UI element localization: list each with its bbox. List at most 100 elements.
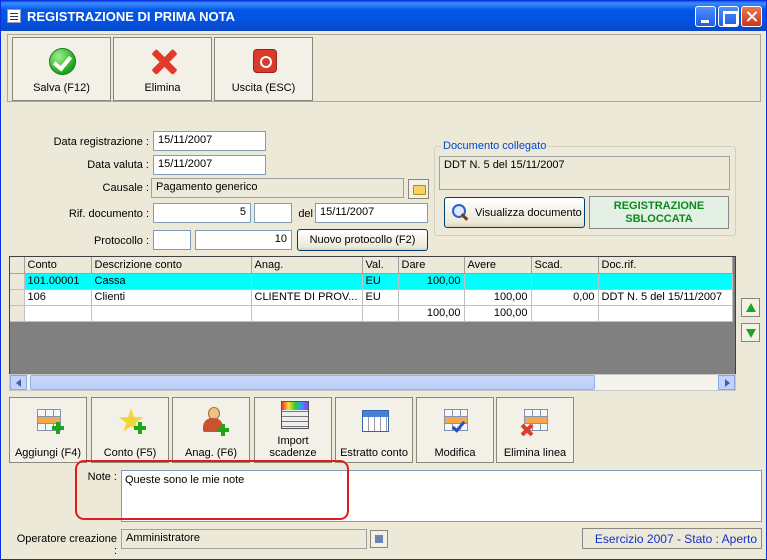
cell-val[interactable]: EU [362, 289, 399, 306]
totals-row: 100,00 100,00 [10, 305, 733, 322]
protocollo-numero-input[interactable]: 10 [195, 230, 292, 250]
calendar-icon [362, 410, 389, 432]
cell-scad[interactable] [531, 273, 599, 290]
cell-avere[interactable]: 100,00 [464, 289, 532, 306]
line-actions-bar: Aggiungi (F4) Conto (F5) Anag. (F6) Impo… [9, 397, 761, 465]
table-row[interactable]: 101.00001 Cassa EU 100,00 [10, 273, 733, 290]
total-avere: 100,00 [464, 305, 532, 322]
cell-docrif[interactable] [598, 273, 733, 290]
conto-button[interactable]: Conto (F5) [91, 397, 169, 463]
documento-collegato-field[interactable]: DDT N. 5 del 15/11/2007 [439, 156, 730, 190]
cell-descrizione[interactable]: Cassa [91, 273, 252, 290]
grid-add-icon [37, 409, 64, 434]
cell-avere[interactable] [464, 273, 532, 290]
causale-field[interactable]: Pagamento generico [151, 178, 404, 198]
main-window: REGISTRAZIONE DI PRIMA NOTA Salva (F12) … [0, 0, 767, 560]
cell-dare[interactable] [398, 289, 465, 306]
cell-anag[interactable]: CLIENTE DI PROV... [251, 289, 363, 306]
app-icon [7, 9, 21, 23]
rif-documento-label: Rif. documento : [68, 208, 149, 220]
aggiungi-button[interactable]: Aggiungi (F4) [9, 397, 87, 463]
visualizza-documento-label: Visualizza documento [475, 207, 582, 219]
move-up-icon[interactable] [741, 298, 760, 317]
delete-button[interactable]: Elimina [113, 37, 212, 101]
cell-docrif[interactable]: DDT N. 5 del 15/11/2007 [598, 289, 733, 306]
modifica-label: Modifica [434, 447, 476, 459]
header-scad[interactable]: Scad. [531, 257, 599, 274]
state-line-1: REGISTRAZIONE [613, 200, 705, 212]
row-indicator [10, 289, 25, 306]
save-button[interactable]: Salva (F12) [12, 37, 111, 101]
registration-state-badge: REGISTRAZIONE SBLOCCATA [589, 196, 729, 229]
folder-icon[interactable] [408, 179, 429, 199]
lookup-icon[interactable] [370, 530, 388, 548]
exit-button[interactable]: Uscita (ESC) [214, 37, 313, 101]
header-docrif[interactable]: Doc.rif. [598, 257, 733, 274]
operatore-field[interactable]: Amministratore [121, 529, 367, 549]
elimina-linea-label: Elimina linea [503, 447, 567, 459]
protocollo-label: Protocollo : [93, 235, 149, 247]
data-valuta-input[interactable]: 15/11/2007 [153, 155, 266, 175]
plus-icon [217, 424, 229, 436]
cell-descrizione[interactable]: Clienti [91, 289, 252, 306]
anag-label: Anag. (F6) [185, 447, 237, 459]
data-registrazione-label: Data registrazione : [53, 136, 149, 148]
journal-grid[interactable]: Conto Descrizione conto Anag. Val. Dare … [9, 256, 736, 390]
data-registrazione-input[interactable]: 15/11/2007 [153, 131, 266, 151]
cell-scad[interactable]: 0,00 [531, 289, 599, 306]
header-dare[interactable]: Dare [398, 257, 465, 274]
close-button[interactable] [741, 6, 762, 27]
import-line-1: Import [277, 435, 309, 447]
minimize-button[interactable] [695, 6, 716, 27]
toolbar: Salva (F12) Elimina Uscita (ESC) [7, 34, 761, 102]
cell-conto[interactable]: 106 [24, 289, 92, 306]
conto-label: Conto (F5) [103, 447, 157, 459]
cell-val[interactable]: EU [362, 273, 399, 290]
modifica-button[interactable]: Modifica [416, 397, 494, 463]
cell-conto [24, 305, 92, 322]
row-indicator [10, 305, 25, 322]
cell-anag [251, 305, 363, 322]
maximize-button[interactable] [718, 6, 739, 27]
state-line-2: SBLOCCATA [625, 213, 693, 225]
status-bar-text: Esercizio 2007 - Stato : Aperto [582, 528, 762, 549]
delete-x-icon [521, 424, 533, 436]
cell-val [362, 305, 399, 322]
header-conto[interactable]: Conto [24, 257, 92, 274]
cell-anag[interactable] [251, 273, 363, 290]
rif-numero-input[interactable]: 5 [153, 203, 251, 223]
estratto-conto-button[interactable]: Estratto conto [335, 397, 413, 463]
rif-suffisso-input[interactable] [254, 203, 292, 223]
documento-collegato-title: Documento collegato [441, 140, 549, 152]
cell-docrif [598, 305, 733, 322]
save-label: Salva (F12) [33, 82, 90, 94]
cell-dare[interactable]: 100,00 [398, 273, 465, 290]
move-down-icon[interactable] [741, 323, 760, 342]
delete-x-icon [150, 48, 178, 76]
table-row[interactable]: 106 Clienti CLIENTE DI PROV... EU 100,00… [10, 289, 733, 306]
header-avere[interactable]: Avere [464, 257, 532, 274]
import-line-2: scadenze [269, 447, 317, 459]
header-val[interactable]: Val. [362, 257, 399, 274]
estratto-conto-label: Estratto conto [340, 447, 408, 459]
delete-label: Elimina [144, 82, 181, 94]
total-dare: 100,00 [398, 305, 465, 322]
header-anag[interactable]: Anag. [251, 257, 363, 274]
scroll-thumb[interactable] [30, 375, 595, 390]
scroll-left-icon[interactable] [10, 375, 27, 390]
operatore-label: Operatore creazione : [16, 533, 117, 557]
cell-descrizione [91, 305, 252, 322]
header-descrizione[interactable]: Descrizione conto [91, 257, 252, 274]
elimina-linea-button[interactable]: Elimina linea [496, 397, 574, 463]
nuovo-protocollo-button[interactable]: Nuovo protocollo (F2) [297, 229, 428, 251]
row-indicator [10, 273, 25, 290]
power-icon [253, 49, 277, 73]
protocollo-serie-input[interactable] [153, 230, 191, 250]
rif-data-input[interactable]: 15/11/2007 [315, 203, 428, 223]
window-title: REGISTRAZIONE DI PRIMA NOTA [27, 9, 235, 24]
anag-button[interactable]: Anag. (F6) [172, 397, 250, 463]
import-scadenze-button[interactable]: Import scadenze [254, 397, 332, 463]
horizontal-scrollbar[interactable] [9, 374, 736, 391]
scroll-right-icon[interactable] [718, 375, 735, 390]
cell-conto[interactable]: 101.00001 [24, 273, 92, 290]
